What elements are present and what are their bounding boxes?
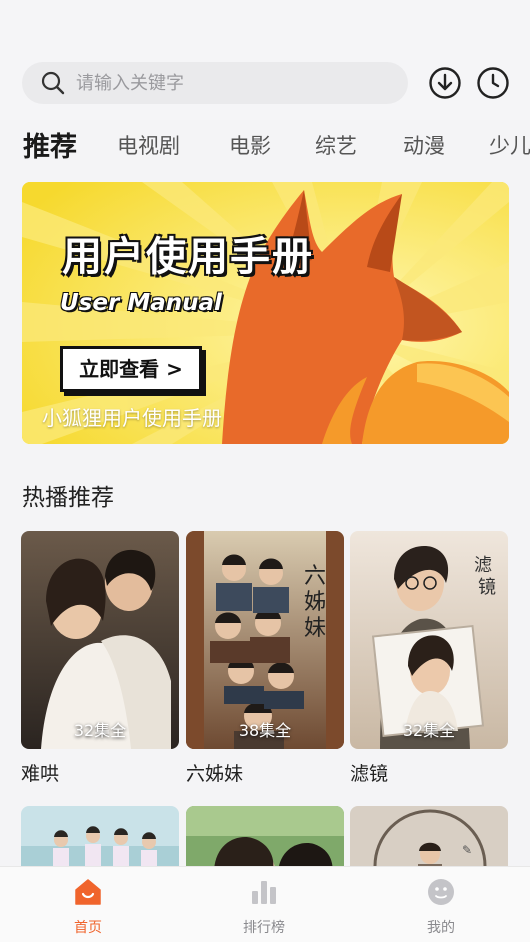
history-clock-icon bbox=[477, 67, 509, 99]
search-icon bbox=[41, 71, 65, 95]
home-icon bbox=[75, 879, 101, 905]
nav-home[interactable]: 首页 bbox=[43, 877, 133, 937]
episode-badge: 32集全 bbox=[402, 721, 456, 740]
rank-chart-icon bbox=[252, 881, 276, 904]
drama-card[interactable]: 滤 镜 32集全 滤镜 bbox=[350, 531, 508, 786]
svg-text:镜: 镜 bbox=[478, 577, 496, 598]
history-button[interactable] bbox=[476, 66, 510, 100]
category-tabs: 推荐 电视剧 电影 综艺 动漫 少儿 bbox=[0, 122, 530, 168]
search-input[interactable] bbox=[76, 72, 376, 94]
section-title: 热播推荐 bbox=[22, 485, 114, 511]
tab-anime[interactable]: 动漫 bbox=[403, 130, 445, 160]
tab-movies[interactable]: 电影 bbox=[229, 130, 271, 160]
svg-text:六: 六 bbox=[304, 564, 326, 589]
download-icon bbox=[429, 67, 461, 99]
tab-variety[interactable]: 综艺 bbox=[315, 130, 357, 160]
svg-text:✎: ✎ bbox=[462, 843, 472, 857]
search-bar[interactable] bbox=[22, 62, 408, 104]
nav-profile[interactable]: 我的 bbox=[396, 877, 486, 937]
top-bar bbox=[0, 0, 530, 120]
episode-badge: 38集全 bbox=[238, 721, 292, 740]
nav-ranking-label: 排行榜 bbox=[243, 920, 285, 936]
drama-poster[interactable]: 32集全 bbox=[21, 531, 179, 749]
episode-badge: 32集全 bbox=[73, 721, 127, 740]
tab-kids[interactable]: 少儿 bbox=[489, 130, 530, 160]
bottom-navigation: 首页 排行榜 我的 bbox=[0, 866, 530, 942]
drama-title: 难哄 bbox=[21, 763, 60, 785]
nav-profile-label: 我的 bbox=[427, 920, 455, 936]
banner-caption: 小狐狸用户使用手册 bbox=[42, 406, 222, 430]
drama-card[interactable]: 32集全 难哄 bbox=[21, 531, 179, 786]
svg-text:滤: 滤 bbox=[474, 555, 492, 576]
svg-text:姊: 姊 bbox=[304, 590, 326, 615]
drama-poster[interactable]: 滤 镜 32集全 bbox=[350, 531, 508, 749]
download-button[interactable] bbox=[428, 66, 462, 100]
svg-text:妹: 妹 bbox=[304, 616, 326, 641]
profile-icon bbox=[428, 879, 454, 905]
tab-recommend[interactable]: 推荐 bbox=[23, 125, 77, 164]
drama-poster[interactable]: 六 姊 妹 38集全 bbox=[186, 531, 344, 749]
drama-title: 滤镜 bbox=[350, 763, 389, 785]
nav-ranking[interactable]: 排行榜 bbox=[219, 877, 309, 937]
view-now-button[interactable]: 立即查看 > bbox=[60, 346, 202, 392]
drama-card[interactable]: 六 姊 妹 38集全 六姊妹 bbox=[186, 531, 344, 786]
promo-banner[interactable]: 用户使用手册 User Manual 立即查看 > 小狐狸用户使用手册 bbox=[22, 182, 509, 444]
banner-title: 用户使用手册 bbox=[62, 234, 314, 280]
drama-title: 六姊妹 bbox=[186, 763, 244, 785]
banner-subtitle: User Manual bbox=[60, 290, 222, 316]
nav-home-label: 首页 bbox=[74, 920, 102, 936]
tab-tv-series[interactable]: 电视剧 bbox=[117, 130, 180, 160]
